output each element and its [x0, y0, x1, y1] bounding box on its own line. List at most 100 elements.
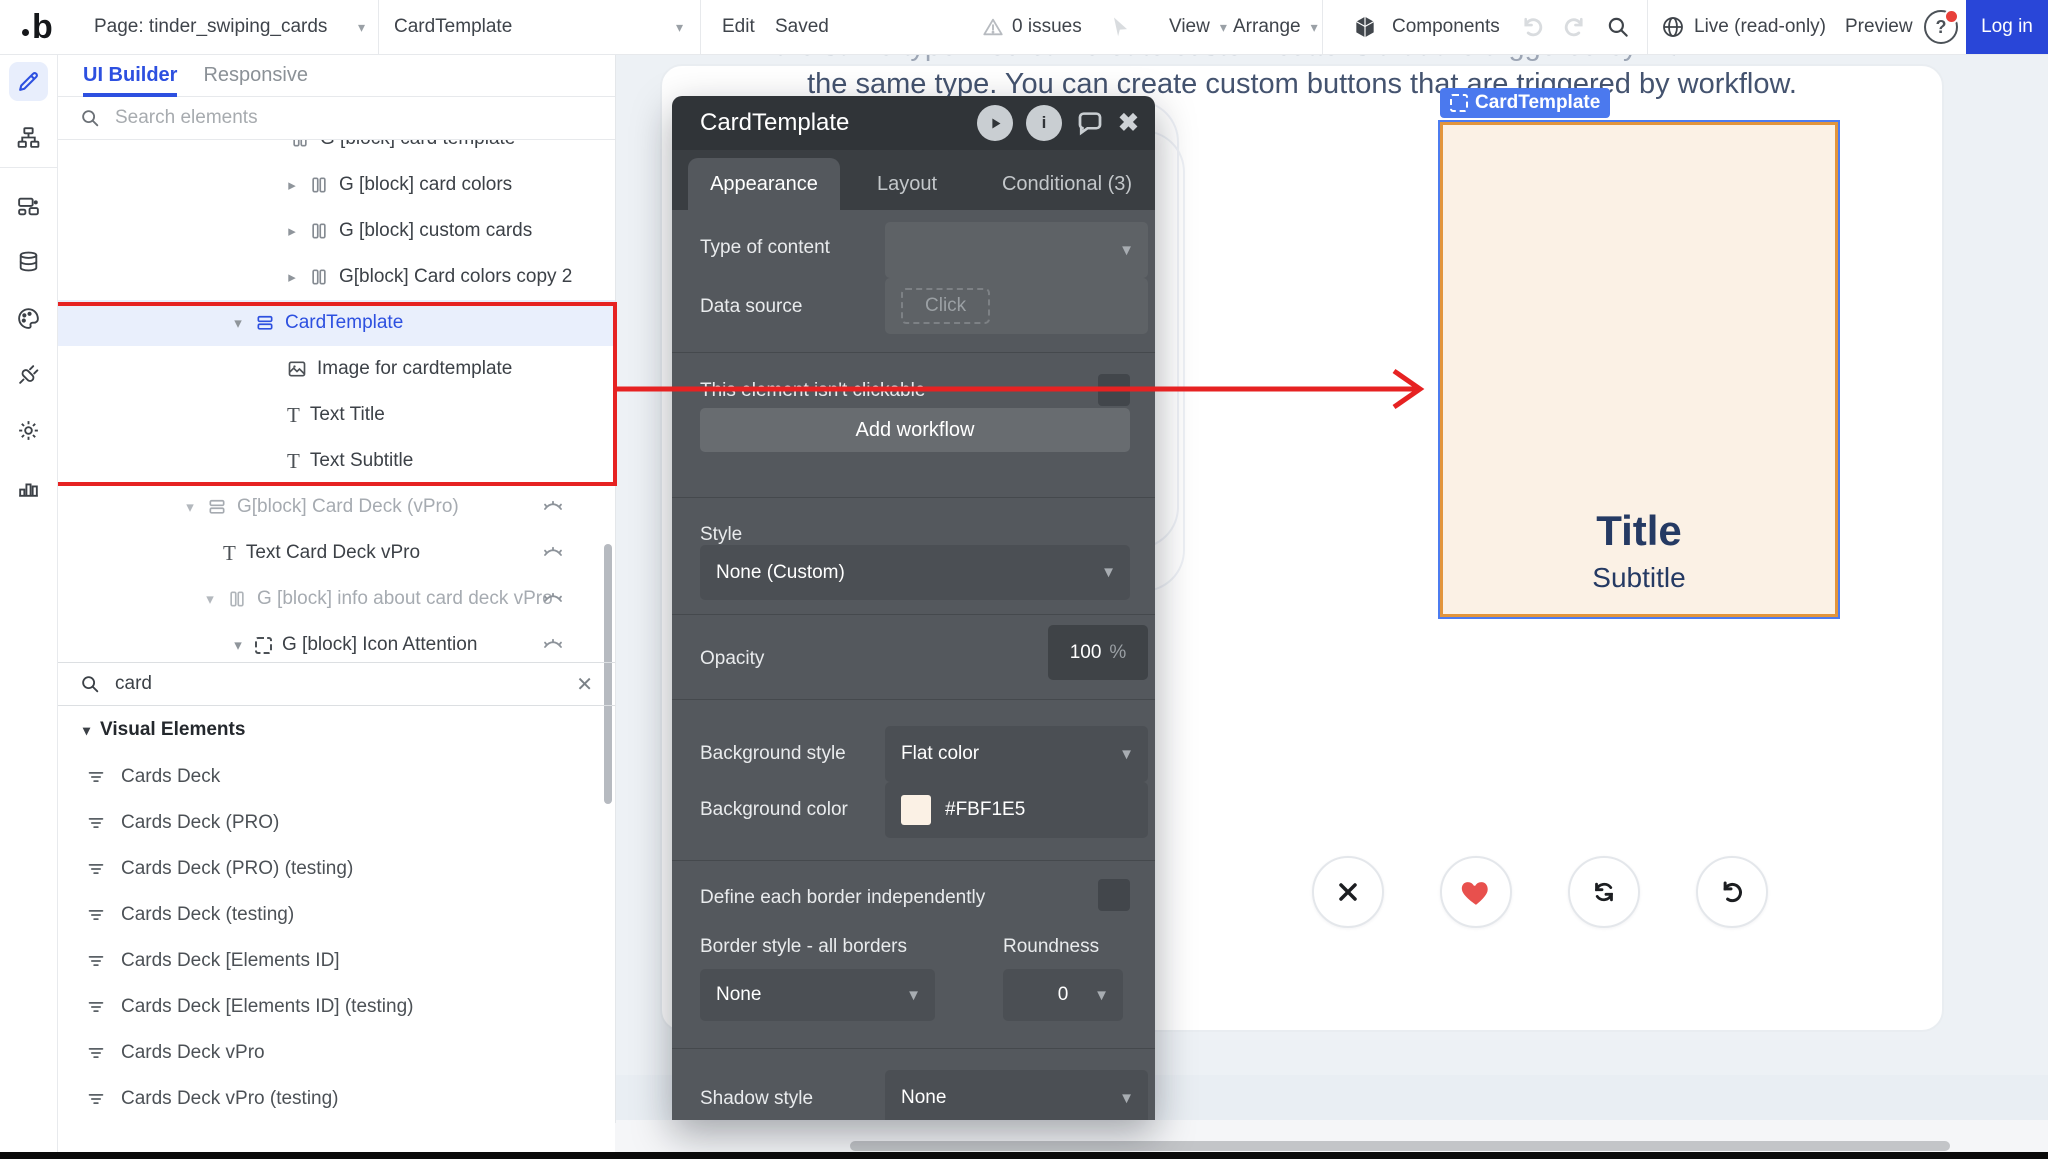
card-title-text[interactable]: Title	[1443, 507, 1835, 555]
caret-right-icon[interactable]: ▸	[283, 268, 301, 286]
data-source-field[interactable]: Click	[885, 278, 1148, 334]
results-section-header[interactable]: ▾ Visual Elements	[57, 706, 615, 754]
tab-appearance[interactable]: Appearance	[688, 158, 840, 210]
database-icon[interactable]	[0, 250, 57, 275]
info-icon[interactable]: i	[1026, 105, 1062, 141]
hidden-eye-icon[interactable]	[541, 495, 565, 519]
page-selector[interactable]: Page: tinder_swiping_cards	[94, 0, 327, 54]
shadow-style-dropdown[interactable]: None▼	[885, 1070, 1148, 1120]
tab-layout[interactable]: Layout	[857, 158, 957, 210]
list-item[interactable]: Cards Deck	[57, 754, 615, 800]
list-item[interactable]: Cards Deck (PRO) (testing)	[57, 846, 615, 892]
design-pencil-icon[interactable]	[0, 69, 57, 94]
color-swatch[interactable]	[901, 795, 931, 825]
background-style-dropdown[interactable]: Flat color▼	[885, 726, 1148, 782]
like-button[interactable]	[1440, 856, 1512, 928]
not-clickable-checkbox[interactable]	[1098, 374, 1130, 406]
list-item[interactable]: Cards Deck (PRO)	[57, 800, 615, 846]
tree-row-selected[interactable]: ▾ CardTemplate	[57, 300, 615, 346]
hidden-eye-icon[interactable]	[541, 541, 565, 565]
tab-responsive[interactable]: Responsive	[203, 54, 308, 97]
page-selector-caret-icon[interactable]: ▾	[348, 0, 365, 54]
cards-deck-icon	[85, 812, 107, 834]
caret-right-icon[interactable]: ▸	[283, 222, 301, 240]
card-subtitle-text[interactable]: Subtitle	[1443, 562, 1835, 594]
clear-filter-icon[interactable]: ✕	[576, 672, 593, 697]
data-source-click-button[interactable]: Click	[901, 288, 990, 324]
tab-ui-builder[interactable]: UI Builder	[83, 54, 177, 97]
hidden-eye-icon[interactable]	[541, 633, 565, 657]
caret-down-icon[interactable]: ▾	[181, 498, 199, 516]
border-independent-checkbox[interactable]	[1098, 879, 1130, 911]
tree-row[interactable]: T Text Title	[57, 392, 615, 438]
search-icon	[79, 107, 101, 129]
caret-down-icon[interactable]: ▾	[201, 590, 219, 608]
settings-gear-icon[interactable]	[0, 418, 57, 443]
list-item[interactable]: Cards Deck [Elements ID]	[57, 938, 615, 984]
list-item[interactable]: Cards Deck [Elements ID] (testing)	[57, 984, 615, 1030]
arrange-menu[interactable]: Arrange▾	[1233, 0, 1318, 54]
card-template-element[interactable]: Title Subtitle	[1440, 122, 1838, 617]
refresh-icon	[1590, 878, 1618, 906]
tree-row[interactable]: ▸ G[block] Card colors copy 2	[57, 254, 615, 300]
dislike-button[interactable]	[1312, 856, 1384, 928]
redo-icon[interactable]	[1562, 0, 1588, 54]
components-menu[interactable]: Components	[1392, 0, 1500, 54]
tree-row[interactable]: ▾ G [block] info about card deck vPro	[57, 576, 615, 622]
caret-down-icon[interactable]: ▾	[229, 314, 247, 332]
add-workflow-button[interactable]: Add workflow	[700, 408, 1130, 452]
bubble-logo-glyph: b	[22, 8, 53, 47]
tree-row[interactable]: T Text Card Deck vPro	[57, 530, 615, 576]
login-button[interactable]: Log in	[1966, 0, 2048, 54]
hidden-eye-icon[interactable]	[541, 587, 565, 611]
tree-row[interactable]: ▾ G [block] Icon Attention	[57, 622, 615, 664]
element-filter-input[interactable]	[113, 672, 564, 696]
search-icon[interactable]	[1605, 0, 1631, 54]
caret-right-icon[interactable]: ▸	[283, 176, 301, 194]
border-style-dropdown[interactable]: None▼	[700, 969, 935, 1021]
background-color-field[interactable]: #FBF1E5	[885, 782, 1148, 838]
components-cube-icon[interactable]	[1352, 0, 1378, 54]
list-item[interactable]: Cards Deck vPro	[57, 1030, 615, 1076]
search-elements-input[interactable]	[113, 106, 537, 130]
tree-row[interactable]: ▾ G[block] Card Deck (vPro)	[57, 484, 615, 530]
bubble-logo[interactable]: b	[22, 0, 53, 54]
tree-row[interactable]: T Text Subtitle	[57, 438, 615, 484]
dialog-header[interactable]: CardTemplate i ✖	[672, 96, 1155, 150]
element-selector-caret-icon[interactable]: ▾	[666, 0, 683, 54]
selected-element-chip[interactable]: CardTemplate	[1440, 88, 1610, 118]
undo-icon[interactable]	[1519, 0, 1545, 54]
list-item[interactable]: Cards Deck vPro (testing)	[57, 1076, 615, 1122]
style-dropdown[interactable]: None (Custom)▼	[700, 545, 1130, 600]
tab-conditional[interactable]: Conditional (3)	[992, 158, 1142, 210]
cards-deck-icon	[85, 904, 107, 926]
cursor-tool-icon[interactable]	[1108, 0, 1132, 54]
tree-row[interactable]: ▸ G [block] card colors	[57, 162, 615, 208]
view-menu[interactable]: View▾	[1169, 0, 1227, 54]
tree-row[interactable]: G [block] card template	[57, 140, 615, 162]
environment-selector[interactable]: Live (read-only)	[1694, 0, 1826, 54]
preview-button[interactable]: Preview	[1845, 0, 1913, 54]
refresh-button[interactable]	[1568, 856, 1640, 928]
widgets-icon[interactable]	[0, 194, 57, 219]
styles-palette-icon[interactable]	[0, 306, 57, 331]
roundness-input[interactable]: 0▼	[1003, 969, 1123, 1021]
help-button[interactable]: ?	[1924, 0, 1958, 54]
type-of-content-dropdown[interactable]: ▼	[885, 222, 1148, 278]
logs-chart-icon[interactable]	[0, 475, 57, 500]
comment-icon[interactable]	[1075, 108, 1105, 138]
run-workflow-icon[interactable]	[977, 105, 1013, 141]
plugins-icon[interactable]	[0, 362, 57, 387]
close-icon[interactable]: ✖	[1118, 108, 1139, 138]
caret-down-icon[interactable]: ▾	[229, 636, 247, 654]
rewind-button[interactable]	[1696, 856, 1768, 928]
element-selector[interactable]: CardTemplate	[394, 0, 512, 54]
list-item[interactable]: Cards Deck (testing)	[57, 892, 615, 938]
opacity-input[interactable]: 100%	[1048, 625, 1148, 680]
tree-row[interactable]: Image for cardtemplate	[57, 346, 615, 392]
edit-menu[interactable]: Edit	[722, 0, 755, 54]
issues-count[interactable]: 0 issues	[1012, 0, 1082, 54]
horizontal-scrollbar[interactable]	[850, 1141, 1950, 1151]
page-tree-icon[interactable]	[0, 125, 57, 150]
tree-row[interactable]: ▸ G [block] custom cards	[57, 208, 615, 254]
